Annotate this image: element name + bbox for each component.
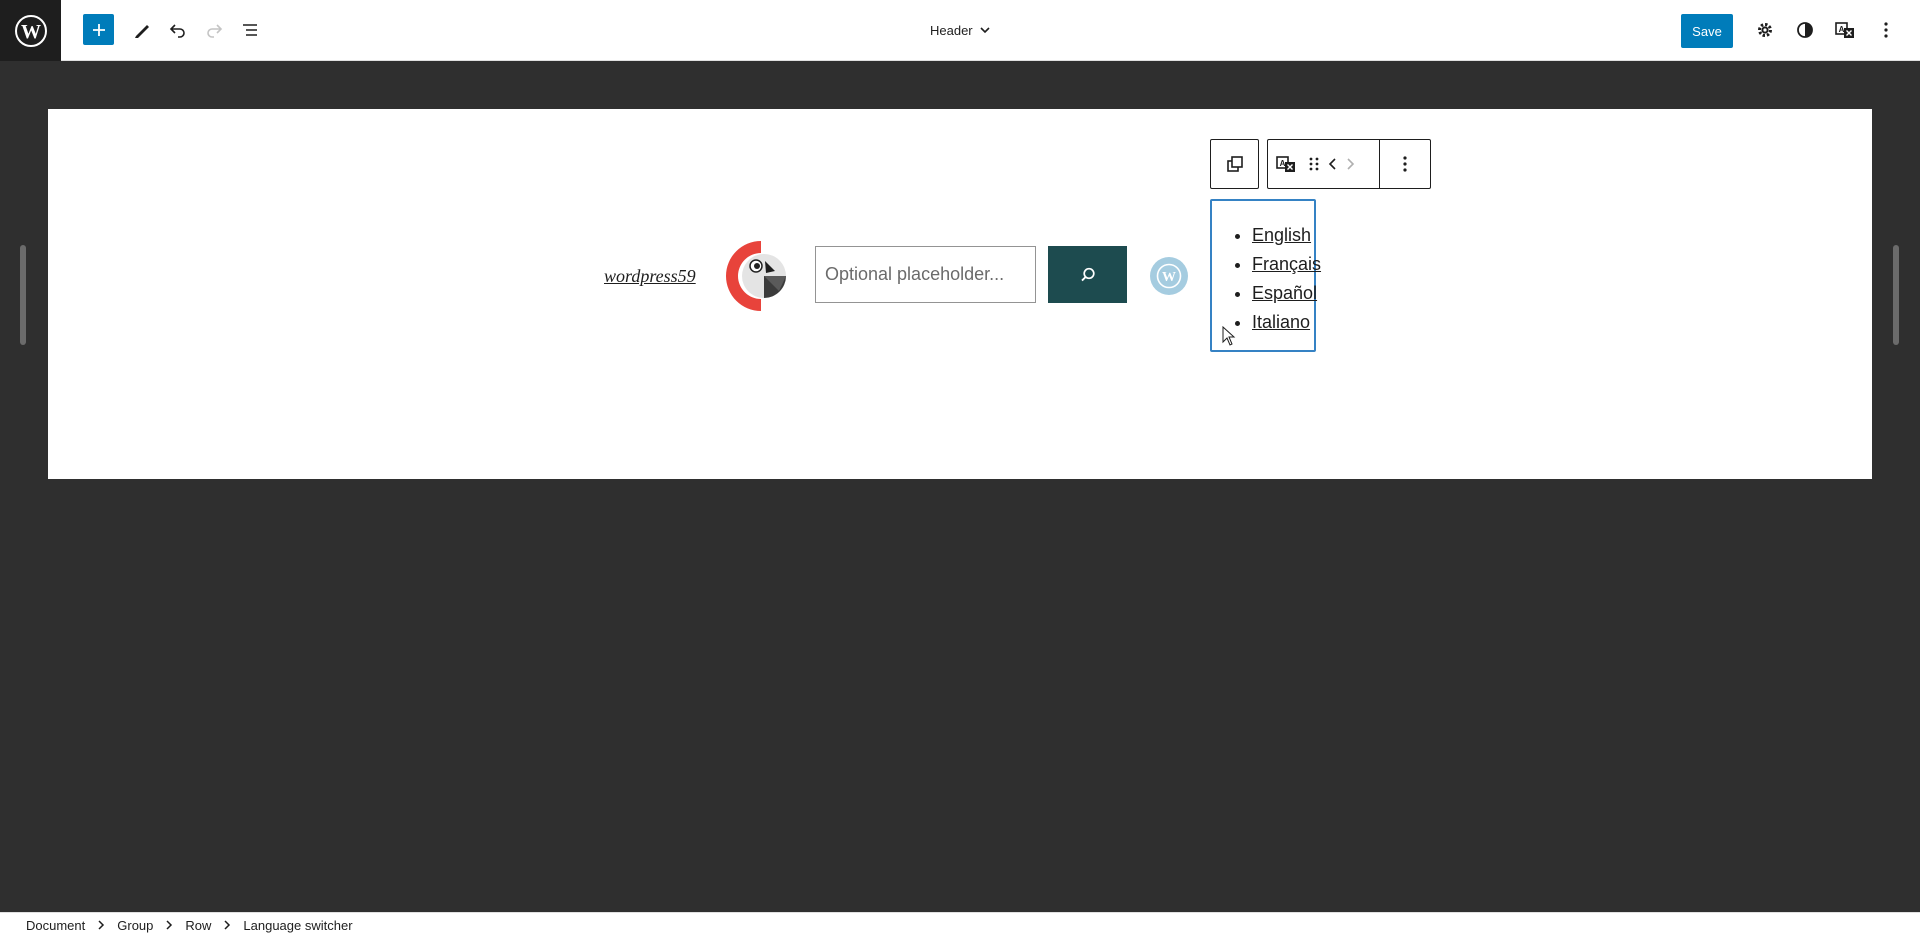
breadcrumb-row[interactable]: Row [185, 918, 211, 933]
translation-button[interactable]: A [1827, 12, 1863, 48]
chevron-down-icon [980, 27, 990, 34]
pencil-icon [135, 25, 149, 38]
chevron-left-icon [1328, 158, 1336, 170]
search-button[interactable] [1048, 246, 1127, 303]
breadcrumb-language-switcher: Language switcher [243, 917, 353, 933]
gear-icon [1758, 23, 1772, 37]
half-circle-contrast-icon [1797, 22, 1813, 38]
svg-text:A: A [1839, 25, 1845, 34]
chevron-right-icon [1347, 158, 1355, 170]
translate-icon: A [1276, 156, 1295, 172]
wordpress-avatar[interactable]: W [1150, 257, 1188, 295]
styles-button[interactable] [1787, 12, 1823, 48]
redo-icon [207, 24, 223, 38]
canvas-resize-handle-left[interactable] [20, 245, 26, 345]
language-link-italiano[interactable]: Italiano [1252, 312, 1310, 332]
plus-icon [92, 23, 105, 36]
block-toolbar: A [1267, 139, 1431, 189]
more-vertical-icon [1884, 22, 1888, 38]
site-logo-image[interactable] [724, 239, 790, 313]
block-type-button[interactable]: A [1268, 140, 1304, 188]
chevron-right-icon [97, 920, 105, 930]
svg-text:W: W [1162, 270, 1176, 285]
tools-button[interactable] [124, 12, 160, 48]
more-vertical-icon [1403, 156, 1407, 172]
language-link-english[interactable]: English [1252, 225, 1311, 245]
translate-icon: A [1835, 22, 1854, 38]
language-item: Français [1252, 250, 1321, 279]
chevron-right-icon [165, 920, 173, 930]
block-options-button[interactable] [1380, 140, 1430, 188]
document-title-dropdown[interactable]: Header [930, 18, 991, 42]
document-title: Header [930, 22, 973, 38]
language-item: Español [1252, 279, 1321, 308]
move-right-button[interactable] [1341, 140, 1359, 188]
list-view-icon [243, 24, 257, 36]
drag-handle-icon [1309, 157, 1319, 171]
wordpress-icon: W [1156, 263, 1182, 289]
svg-text:W: W [21, 21, 41, 43]
canvas-resize-handle-right[interactable] [1893, 245, 1899, 345]
save-button[interactable]: Save [1681, 14, 1733, 48]
undo-icon [169, 24, 185, 38]
language-list: English Français Español Italiano [1252, 221, 1321, 337]
undo-button[interactable] [160, 12, 196, 48]
search-icon [1080, 267, 1095, 281]
select-parent-button[interactable] [1211, 140, 1258, 188]
chevron-right-icon [223, 920, 231, 930]
select-parent-block-toolbar [1210, 139, 1259, 189]
site-title-link[interactable]: wordpress59 [604, 266, 696, 287]
language-item: Italiano [1252, 308, 1321, 337]
breadcrumb-group[interactable]: Group [117, 918, 153, 933]
search-input[interactable] [815, 246, 1036, 303]
wordpress-logo-button[interactable]: W [0, 0, 61, 61]
wordpress-icon: W [14, 14, 47, 47]
svg-text:A: A [1279, 159, 1285, 168]
language-link-francais[interactable]: Français [1252, 254, 1321, 274]
breadcrumb-document[interactable]: Document [26, 918, 85, 933]
add-block-button[interactable] [83, 14, 114, 45]
redo-button[interactable] [196, 12, 232, 48]
block-breadcrumb: Document Group Row Language switcher [0, 912, 1920, 937]
options-button[interactable] [1868, 12, 1904, 48]
parent-block-icon [1226, 156, 1243, 172]
list-view-button[interactable] [232, 12, 268, 48]
editor-header: W Header Save A [0, 0, 1920, 61]
mouse-cursor-icon [1222, 326, 1236, 346]
drag-handle[interactable] [1304, 140, 1324, 188]
language-link-espanol[interactable]: Español [1252, 283, 1317, 303]
language-item: English [1252, 221, 1321, 250]
move-left-button[interactable] [1324, 140, 1342, 188]
settings-button[interactable] [1747, 12, 1783, 48]
